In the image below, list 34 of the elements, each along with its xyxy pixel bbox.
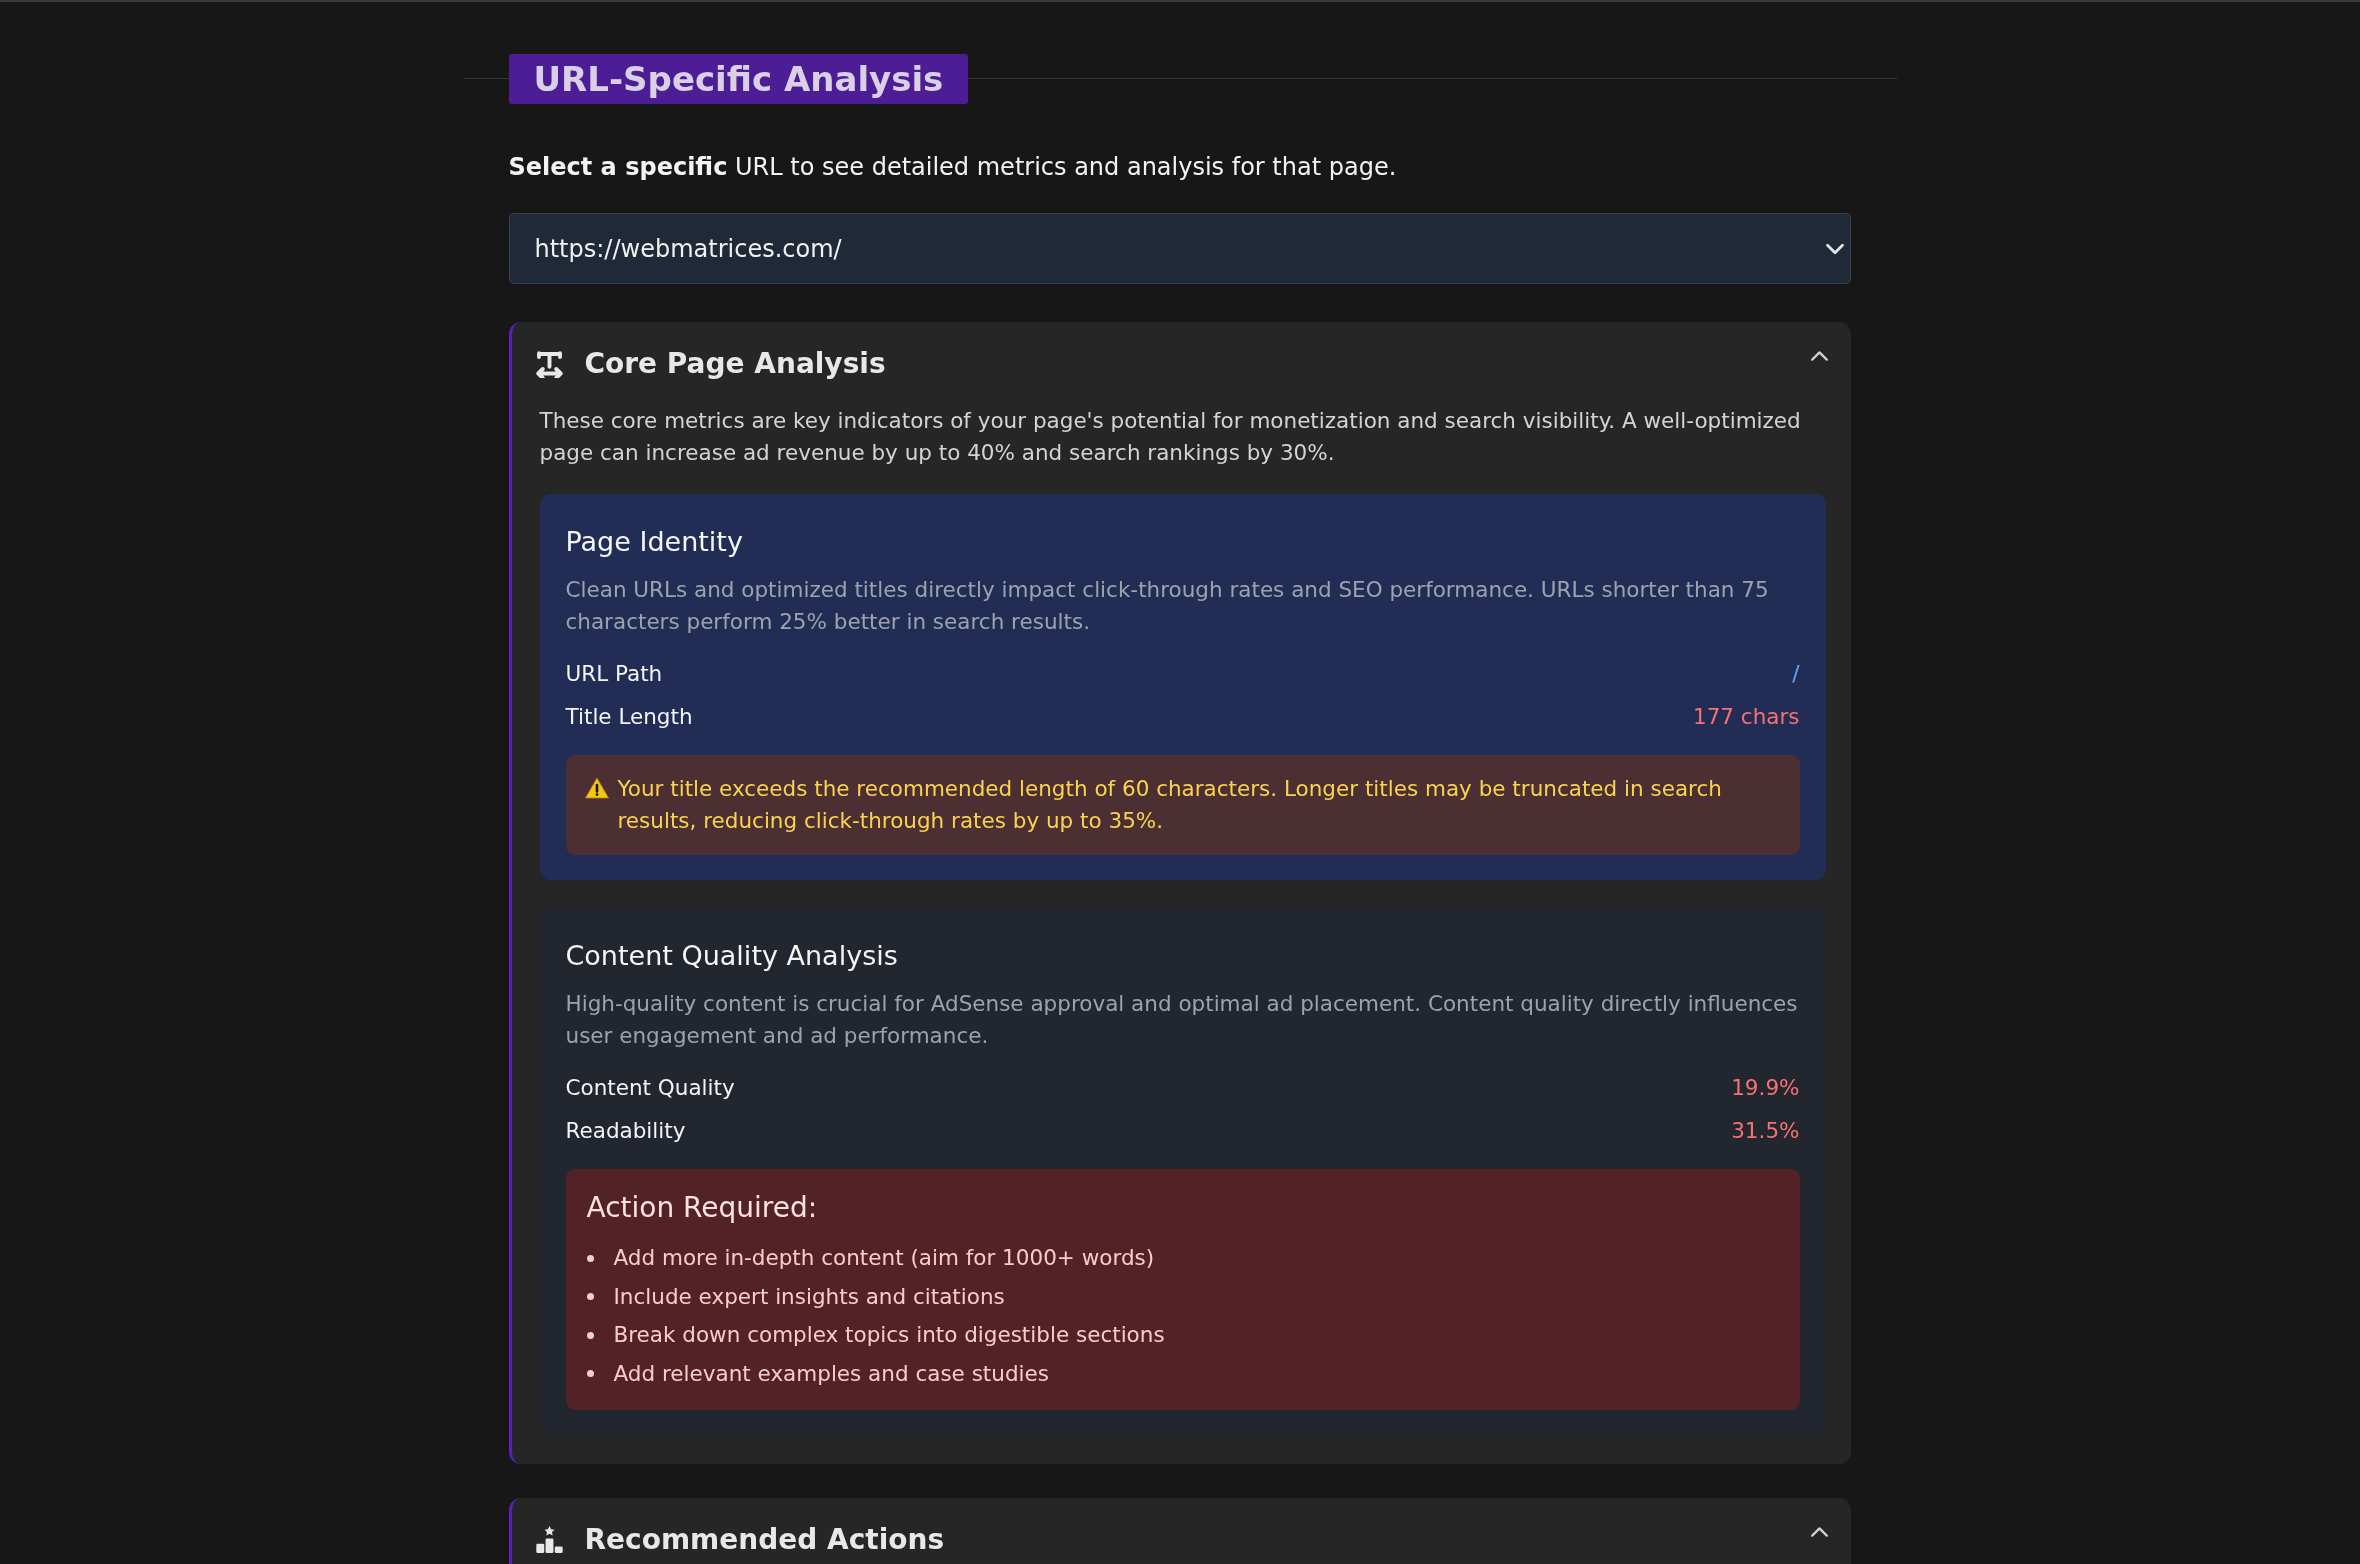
chevron-down-icon (1825, 243, 1844, 254)
metric-value: / (1792, 660, 1800, 688)
warning-text: Your title exceeds the recommended length of 60 characters. Longer titles may be truncated in search results, reducing click-through rates by up to 35%. (617, 775, 1723, 835)
podium-icon (535, 1526, 563, 1553)
card-description: High-quality content is crucial for AdSense approval and optimal ad placement. Content quality directly influences user engagement and ad performance. (565, 990, 1799, 1050)
metric-value: 177 chars (1692, 703, 1800, 731)
card-description: Clean URLs and optimized titles directly impact click-through rates and SEO performance. URLs shorter than 75 characters perform 25% better in search results. (565, 576, 1770, 636)
bullet-icon (586, 1254, 594, 1262)
chevron-up-icon[interactable] (1810, 351, 1828, 361)
metric-value: 19.9% (1731, 1074, 1800, 1102)
action-item: Break down complex topics into digestible sections (613, 1321, 1165, 1349)
action-item: Add relevant examples and case studies (613, 1359, 1049, 1388)
section-title: URL-Specific Analysis (508, 54, 969, 104)
action-item: Add more in-depth content (aim for 1000+ words) (613, 1244, 1155, 1272)
panel-title: Recommended Actions (584, 1523, 946, 1556)
url-select[interactable]: https://webmatrices.com/ (508, 213, 1851, 284)
action-item: Include expert insights and citations (613, 1282, 1005, 1311)
action-title: Action Required: (586, 1190, 819, 1226)
metric-label: Title Length (565, 703, 693, 731)
chevron-up-icon[interactable] (1810, 1526, 1828, 1537)
panel-title: Core Page Analysis (584, 348, 887, 380)
metric-value: 31.5% (1731, 1117, 1800, 1145)
metric-label: Readability (565, 1117, 686, 1145)
card-title: Content Quality Analysis (565, 939, 899, 973)
metric-label: URL Path (565, 660, 663, 688)
bullet-icon (586, 1331, 594, 1339)
intro-text: Select a specific URL to see detailed metrics and analysis for that page. (508, 152, 1398, 183)
bullet-icon (586, 1293, 594, 1300)
card-title: Page Identity (565, 525, 744, 559)
warning-icon (584, 777, 609, 799)
text-width-icon (535, 350, 563, 378)
bullet-icon (586, 1370, 594, 1377)
metric-label: Content Quality (565, 1074, 735, 1102)
panel-description: These core metrics are key indicators of your page's potential for monetization and search visibility. A well-optimized page can increase ad revenue by up to 40% and search rankings by 30%. (539, 407, 1802, 467)
